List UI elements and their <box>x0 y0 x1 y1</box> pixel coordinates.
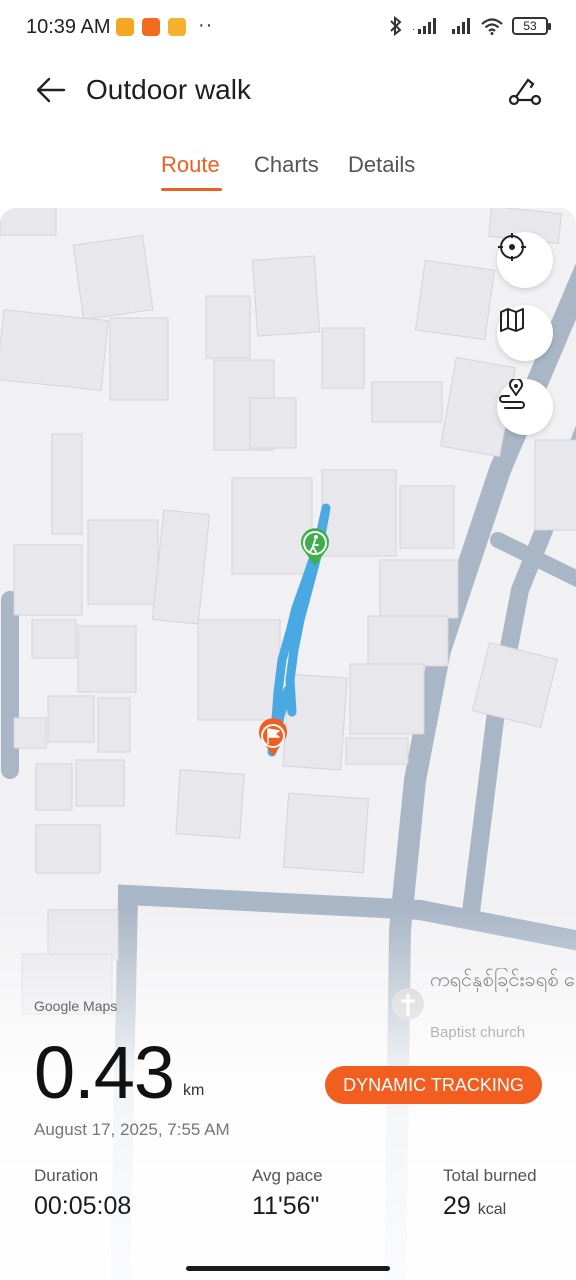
dynamic-tracking-button[interactable]: DYNAMIC TRACKING <box>325 1066 542 1104</box>
flag-finish-icon <box>258 718 287 756</box>
svg-text:.: . <box>412 22 415 33</box>
message-app-icon <box>168 18 186 36</box>
mi-app-icon <box>142 18 160 36</box>
duration-label: Duration <box>34 1166 99 1185</box>
tab-route[interactable]: Route <box>161 152 220 178</box>
heart-app-icon <box>116 18 134 36</box>
map-layers-button[interactable] <box>497 305 553 361</box>
activity-date: August 17, 2025, 7:55 AM <box>34 1120 230 1139</box>
duration-value: 00:05:08 <box>34 1192 132 1220</box>
battery-icon: 53 <box>512 17 551 35</box>
arrow-left-icon <box>36 77 66 103</box>
status-right: . 53 <box>388 16 551 36</box>
active-tab-indicator <box>161 188 222 191</box>
status-bar: 10:39 AM ·· . 53 <box>0 0 576 56</box>
route-pin-button[interactable] <box>497 379 553 435</box>
poi-subtitle: Baptist church <box>430 1024 526 1041</box>
poi-name: ကရင်နှစ်ခြင်းခရစ် တော် <box>430 969 576 991</box>
route-share-icon <box>508 78 542 106</box>
locate-icon <box>498 233 526 261</box>
status-time: 10:39 AM <box>26 16 111 38</box>
buildings <box>0 208 576 1015</box>
map-attribution: Google Maps <box>34 998 118 1014</box>
map-layers-icon <box>500 308 524 332</box>
locate-button[interactable] <box>497 232 553 288</box>
total-burned-value: 29 kcal <box>443 1192 506 1221</box>
more-notifications-icon: ·· <box>198 14 214 36</box>
screen: 10:39 AM ·· . 53 Outdoor walk Route Char… <box>0 0 576 1280</box>
total-burned-number: 29 <box>443 1192 471 1220</box>
bluetooth-icon <box>390 16 402 36</box>
back-button[interactable] <box>30 70 70 110</box>
route-button[interactable] <box>504 70 544 110</box>
distance-unit: km <box>183 1082 205 1099</box>
avg-pace-value: 11'56" <box>252 1192 320 1220</box>
distance-value: 0.43 <box>34 1031 175 1114</box>
tab-details[interactable]: Details <box>348 152 415 178</box>
tab-charts[interactable]: Charts <box>254 152 319 178</box>
home-indicator[interactable] <box>186 1266 390 1271</box>
signal-icon: . <box>412 18 436 34</box>
total-burned-label: Total burned <box>443 1166 537 1185</box>
wifi-icon <box>481 18 503 35</box>
total-burned-unit: kcal <box>477 1201 507 1218</box>
app-bar: Outdoor walk <box>0 60 576 120</box>
signal-icon <box>452 18 470 34</box>
avg-pace-label: Avg pace <box>252 1166 323 1185</box>
tab-bar: Route Charts Details <box>0 152 576 196</box>
route-pin-icon <box>499 379 525 409</box>
page-title: Outdoor walk <box>86 74 251 105</box>
